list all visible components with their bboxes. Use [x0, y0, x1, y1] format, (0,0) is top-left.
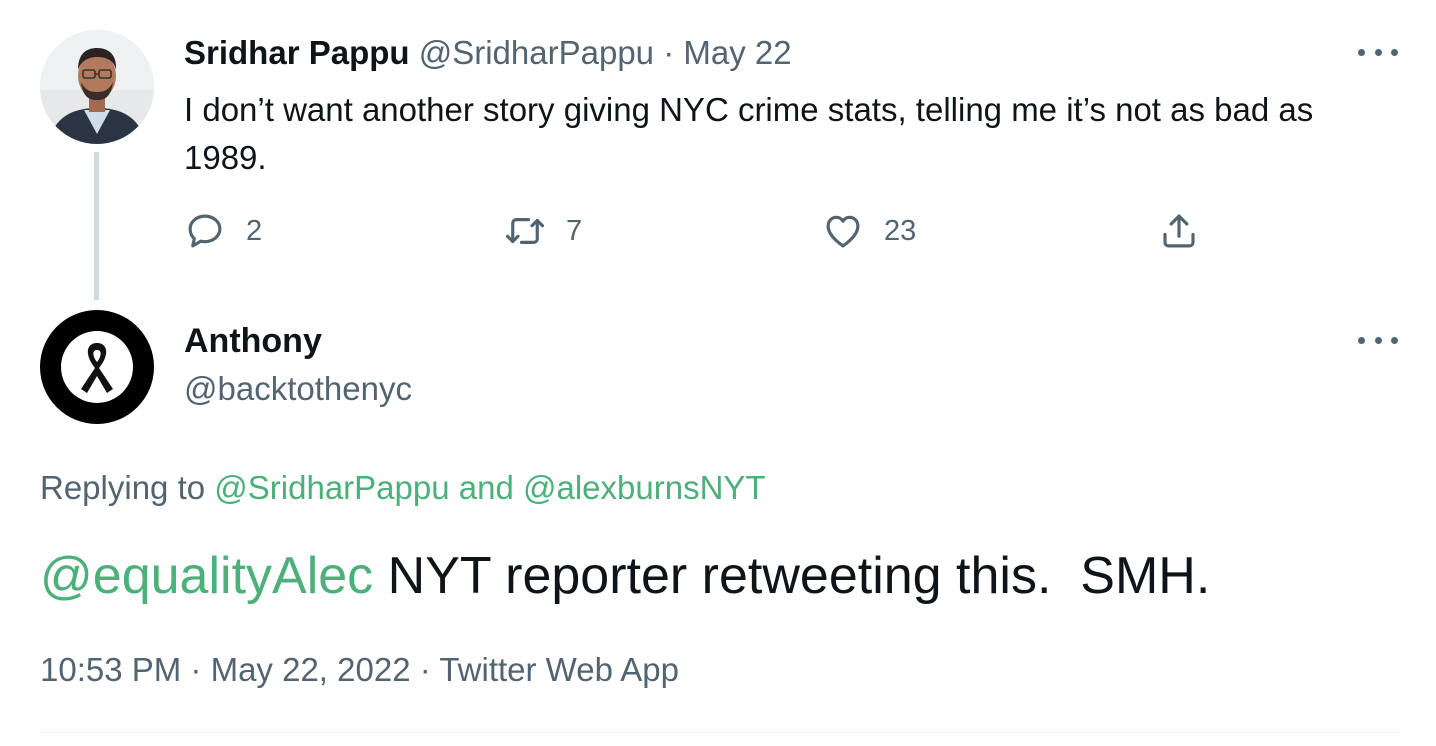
like-button[interactable]: 23 — [822, 208, 916, 254]
replying-and: and — [458, 469, 514, 506]
more-horizontal-icon — [1358, 48, 1365, 56]
tweet-text: I don’t want another story giving NYC cr… — [184, 91, 1314, 176]
separator: · — [419, 651, 431, 688]
tweet-body: NYT reporter retweeting this. SMH. — [373, 547, 1211, 605]
tweet-meta: 10:53 PM · May 22, 2022 · Twitter Web Ap… — [40, 648, 679, 692]
replying-prefix: Replying to — [40, 469, 206, 506]
black-ribbon-icon — [81, 343, 113, 393]
retweet-arrows-icon — [505, 218, 545, 244]
tweet-header: Sridhar Pappu @SridharPappu · May 22 — [184, 33, 792, 73]
avatar[interactable] — [40, 30, 154, 144]
retweet-count: 7 — [566, 214, 583, 247]
tweet-text: @equalityAlec NYT reporter retweeting th… — [40, 544, 1210, 608]
separator: · — [663, 34, 675, 71]
heart-icon — [826, 215, 860, 248]
divider — [40, 732, 1400, 733]
tweet-date[interactable]: May 22 — [683, 34, 791, 71]
mention-link[interactable]: @equalityAlec — [40, 547, 373, 605]
more-dot — [1391, 336, 1398, 344]
like-count: 23 — [884, 214, 917, 247]
author-handle[interactable]: @backtothenyc — [184, 368, 412, 410]
tweet-date[interactable]: May 22, 2022 — [211, 651, 411, 688]
author-handle[interactable]: @SridharPappu — [419, 34, 654, 71]
retweet-button[interactable]: 7 — [504, 208, 582, 254]
author-name[interactable]: Sridhar Pappu — [184, 34, 410, 71]
avatar[interactable] — [40, 310, 154, 424]
more-dot — [1374, 336, 1382, 344]
more-options-button[interactable] — [1358, 42, 1398, 62]
tweet-source[interactable]: Twitter Web App — [439, 651, 679, 688]
reply-button[interactable]: 2 — [184, 208, 262, 254]
replying-to: Replying to @SridharPappu and @alexburns… — [40, 466, 766, 510]
author-name[interactable]: Anthony — [184, 320, 322, 362]
avatar-inner — [61, 331, 133, 403]
more-dot — [1391, 48, 1398, 56]
share-upload-icon — [1163, 214, 1195, 248]
tweet-time[interactable]: 10:53 PM — [40, 651, 181, 688]
replying-user-link[interactable]: @alexburnsNYT — [523, 469, 766, 506]
thread-line — [94, 152, 99, 300]
speech-bubble-icon — [188, 214, 222, 248]
more-dot — [1374, 48, 1382, 56]
separator: · — [190, 651, 202, 688]
replying-user-link[interactable]: @SridharPappu — [214, 469, 449, 506]
more-horizontal-icon — [1358, 336, 1365, 344]
share-button[interactable] — [1158, 208, 1200, 254]
more-options-button[interactable] — [1358, 330, 1398, 350]
reply-count: 2 — [246, 214, 263, 247]
